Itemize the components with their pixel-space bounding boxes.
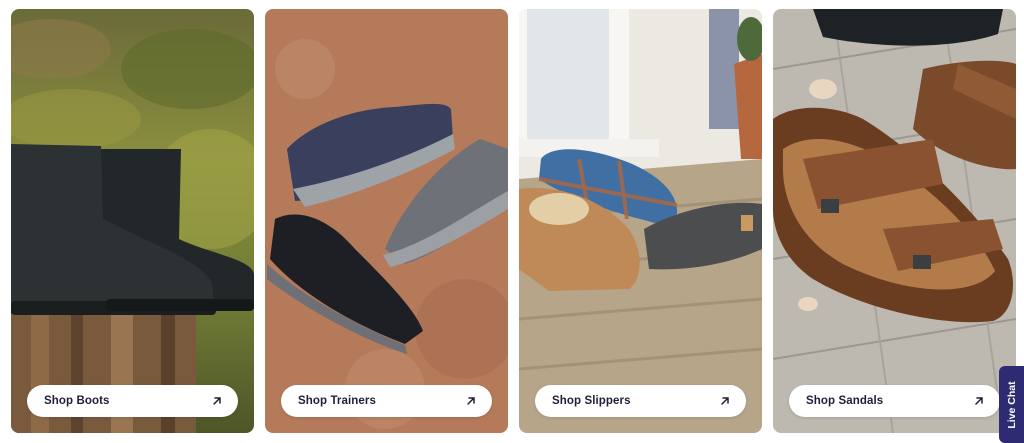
shop-boots-label: Shop Boots xyxy=(44,395,110,407)
shop-sandals-label: Shop Sandals xyxy=(806,395,884,407)
arrow-up-right-icon xyxy=(975,397,983,405)
live-chat-button[interactable]: Live Chat xyxy=(999,366,1024,443)
shop-trainers-button[interactable]: Shop Trainers xyxy=(281,385,492,417)
arrow-up-right-icon xyxy=(721,397,729,405)
boots-image xyxy=(11,9,254,433)
category-card-slippers[interactable]: Shop Slippers xyxy=(519,9,762,433)
shop-boots-button[interactable]: Shop Boots xyxy=(27,385,238,417)
shop-trainers-label: Shop Trainers xyxy=(298,395,376,407)
category-card-trainers[interactable]: Shop Trainers xyxy=(265,9,508,433)
slippers-image xyxy=(519,9,762,433)
sandals-image xyxy=(773,9,1016,433)
shop-slippers-button[interactable]: Shop Slippers xyxy=(535,385,746,417)
arrow-up-right-icon xyxy=(467,397,475,405)
shop-sandals-button[interactable]: Shop Sandals xyxy=(789,385,1000,417)
live-chat-label: Live Chat xyxy=(1005,380,1018,429)
category-card-sandals[interactable]: Shop Sandals xyxy=(773,9,1016,433)
shop-slippers-label: Shop Slippers xyxy=(552,395,631,407)
category-card-boots[interactable]: Shop Boots xyxy=(11,9,254,433)
arrow-up-right-icon xyxy=(213,397,221,405)
trainers-image xyxy=(265,9,508,433)
